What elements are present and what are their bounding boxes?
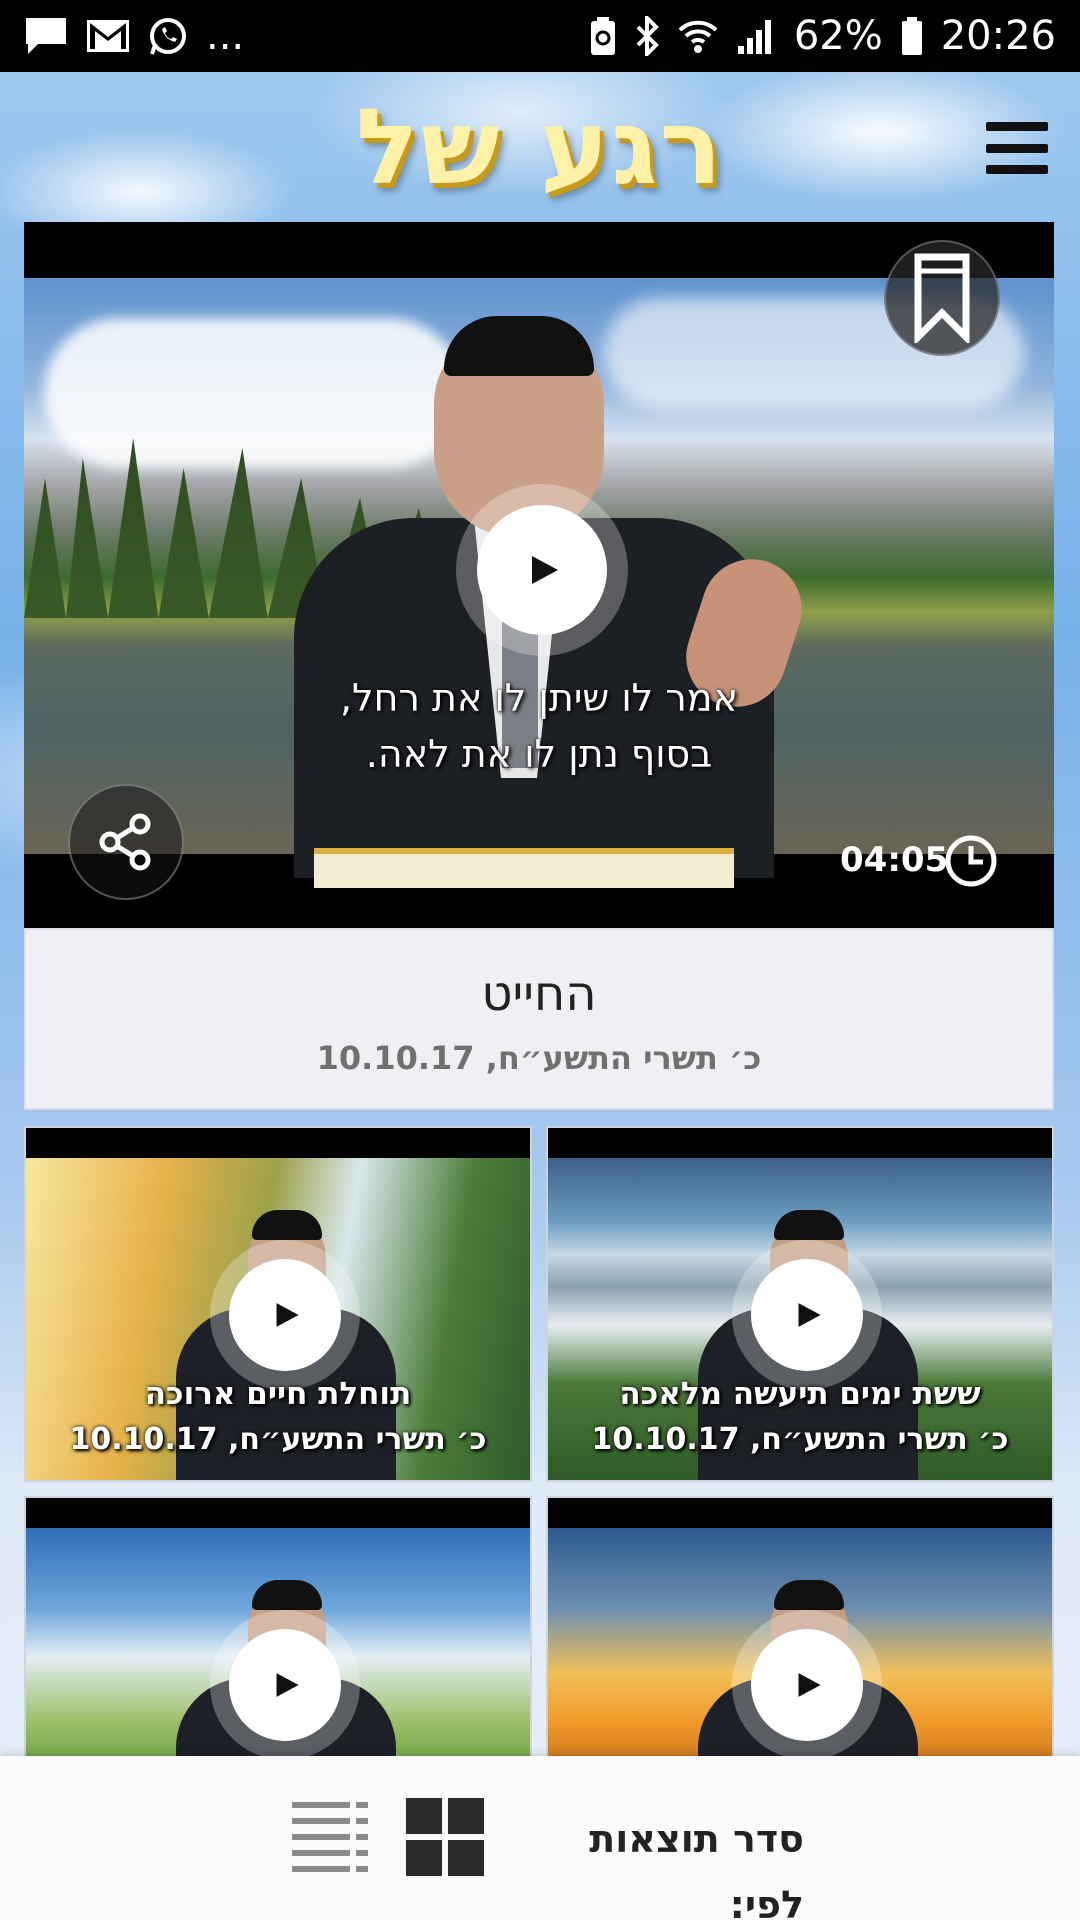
video-card[interactable]: ששת ימים תיעשה מלאכה כ׳ תשרי התשע״ח, 10.… [546,1126,1054,1482]
bluetooth-icon [634,16,660,56]
share-icon [99,813,151,871]
gmail-icon [86,19,130,53]
card-date: כ׳ תשרי התשע״ח, 10.10.17 [69,1422,487,1457]
share-button[interactable] [68,784,184,900]
bookmark-button[interactable] [884,240,1000,356]
battery-saver-icon [590,16,616,56]
wifi-icon [678,16,718,56]
status-bar: ... 62% 20:26 [0,0,1080,72]
card-date: כ׳ תשרי התשע״ח, 10.10.17 [591,1422,1009,1457]
app-header: רגע של מוסר [0,72,1080,338]
sort-label: סדר תוצאות לפי: [589,1817,804,1920]
featured-info[interactable]: החייט כ׳ תשרי התשע״ח, 10.10.17 [24,928,1054,1110]
play-button[interactable] [732,1240,882,1390]
play-icon [532,556,558,584]
play-button[interactable] [732,1610,882,1760]
battery-icon [901,16,923,56]
play-button[interactable] [456,484,628,656]
video-subtitle: אמר לו שיתן לו את רחל, בסוף נתן לו את לא… [224,670,854,782]
play-icon [276,1673,299,1697]
play-icon [276,1303,299,1327]
video-duration: 04:05 [840,840,949,880]
card-title: ששת ימים תיעשה מלאכה [619,1376,981,1412]
featured-date: כ׳ תשרי התשע״ח, 10.10.17 [316,1039,762,1077]
signal-icon [736,16,776,56]
sort-bar: סדר תוצאות לפי: [0,1756,1080,1920]
play-icon [798,1303,821,1327]
bookmark-icon [914,253,970,343]
featured-title: החייט [481,966,597,1022]
subtitle-line-2: בסוף נתן לו את לאה. [365,732,713,776]
list-view-icon[interactable] [292,1800,368,1876]
grid-view-icon[interactable] [406,1798,484,1876]
video-card[interactable]: תוחלת חיים ארוכה כ׳ תשרי התשע״ח, 10.10.1… [24,1126,532,1482]
featured-video-card[interactable]: אמר לו שיתן לו את רחל, בסוף נתן לו את לא… [24,222,1054,1110]
card-title: תוחלת חיים ארוכה [144,1376,412,1412]
subtitle-line-1: אמר לו שיתן לו את רחל, [339,676,739,720]
play-button[interactable] [210,1610,360,1760]
hamburger-menu-icon[interactable] [986,122,1048,174]
whatsapp-icon [148,16,188,56]
clock-icon [945,835,997,887]
featured-thumbnail[interactable]: אמר לו שיתן לו את רחל, בסוף נתן לו את לא… [24,222,1054,928]
app-title: רגע של מוסר [355,86,725,338]
more-notifications: ... [206,13,245,59]
play-icon [798,1673,821,1697]
message-icon [24,16,68,56]
battery-percent: 62% [793,13,883,59]
play-button[interactable] [210,1240,360,1390]
clock-time: 20:26 [940,13,1056,59]
